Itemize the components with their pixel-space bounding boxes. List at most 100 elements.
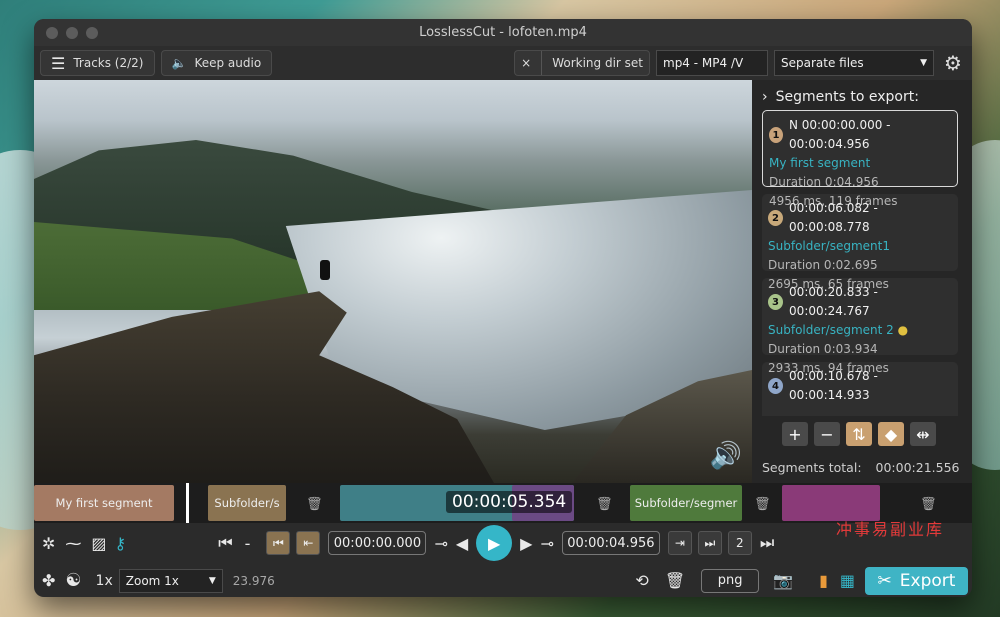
video-person — [320, 260, 330, 280]
settings-bug-icon[interactable]: ✲ — [42, 534, 55, 553]
minus-label: - — [244, 533, 251, 553]
chevron-down-icon: ▼ — [920, 58, 927, 68]
segments-total-value: 00:00:21.556 — [875, 460, 960, 475]
export-label: Export — [899, 570, 956, 591]
zoom-select[interactable]: Zoom 1x ▼ — [118, 568, 223, 593]
jump-segment-end-button[interactable]: ⏭ — [697, 531, 722, 555]
chevron-down-icon: ▼ — [208, 575, 216, 586]
play-icon[interactable]: ▶ — [476, 525, 513, 561]
playback-controls: ✲ ⁓ ▨ ⚷ ⏮ - ⏮ ⇤ 00:00:00.000 ⊸ ◀ ▶ ▶ ⊸ 0… — [34, 525, 972, 561]
image-icon[interactable]: ▨ — [91, 534, 106, 553]
timeline-segment-label: My first segment — [55, 496, 153, 510]
yin-yang-icon[interactable]: ☯ — [65, 570, 81, 591]
close-window-button[interactable] — [46, 26, 58, 39]
segment-item[interactable]: 1 N 00:00:00.000 - 00:00:04.956 My first … — [762, 110, 958, 208]
volume-icon[interactable]: 🔊 — [710, 441, 742, 471]
segments-total: Segments total: 00:00:21.556 — [762, 460, 960, 475]
film-icon[interactable]: ▮ — [819, 571, 828, 590]
trash-icon[interactable]: 🗑 — [665, 571, 685, 590]
bottom-toolbar: ✤ ☯ 1x Zoom 1x ▼ 23.976 ⟲ 🗑 png 📷 ▮ ▦ ✂ … — [34, 564, 972, 597]
trash-icon[interactable]: 🗑 — [754, 497, 771, 512]
timeline-segment[interactable]: My first segment — [34, 485, 174, 521]
segment-number-badge: 1 — [769, 127, 783, 143]
video-player[interactable]: 🔊 — [34, 80, 752, 483]
sort-icon[interactable]: ⇅ — [846, 422, 872, 446]
skip-start-icon[interactable]: ⏮ — [218, 533, 232, 553]
segments-header-label: Segments to export: — [775, 89, 919, 105]
calendar-icon[interactable]: ▦ — [840, 571, 855, 590]
timeline-segment[interactable]: Subfolder/segmer — [630, 485, 742, 521]
current-time-display: 00:00:05.354 — [446, 491, 573, 513]
close-icon[interactable]: × — [521, 56, 531, 70]
set-end-button[interactable]: ⇥ — [667, 531, 692, 555]
rotate-icon[interactable]: ⟲ — [635, 571, 648, 590]
key-icon[interactable]: ⊸ — [540, 534, 553, 553]
jump-segment-start-button[interactable]: ⏮ — [266, 531, 291, 555]
segment-list: 1 N 00:00:00.000 - 00:00:04.956 My first … — [762, 110, 958, 416]
keep-audio-label: Keep audio — [194, 56, 262, 70]
segment-number-button[interactable]: 2 — [727, 531, 752, 555]
working-dir-button[interactable]: × Working dir set — [514, 50, 650, 76]
fps-label: 23.976 — [232, 573, 275, 588]
trash-icon[interactable]: 🗑 — [596, 497, 613, 512]
timeline-segment-label: Subfolder/s — [214, 496, 280, 510]
waveform-icon[interactable]: ⁓ — [65, 534, 81, 553]
trash-icon[interactable]: 🗑 — [306, 497, 323, 512]
step-back-icon[interactable]: ◀ — [456, 534, 468, 553]
capture-format-button[interactable]: png — [701, 568, 760, 593]
tracks-label: Tracks (2/2) — [73, 56, 144, 70]
segment-item[interactable]: 4 00:00:10.678 - 00:00:14.933 — [762, 362, 958, 416]
working-dir-label: Working dir set — [552, 56, 643, 70]
key-icon[interactable]: ⊸ — [434, 534, 447, 553]
top-toolbar: ☰ Tracks (2/2) 🔈 Keep audio × Working di… — [34, 46, 972, 80]
window-title: LosslessCut - lofoten.mp4 — [419, 25, 587, 40]
playback-speed[interactable]: 1x — [96, 573, 113, 589]
plus-icon[interactable]: + — [782, 422, 808, 446]
zoom-value: Zoom 1x — [125, 573, 179, 588]
scissors-icon: ✂ — [877, 570, 892, 591]
segment-range: 00:00:10.678 - 00:00:14.933 — [789, 369, 878, 402]
timeline[interactable]: My first segment Subfolder/s 🗑 00:00:05.… — [34, 483, 972, 523]
minimize-window-button[interactable] — [66, 26, 78, 39]
tag-icon[interactable]: ◆ — [878, 422, 904, 446]
minus-icon[interactable]: − — [814, 422, 840, 446]
window-controls — [46, 26, 98, 39]
divider — [541, 51, 543, 75]
start-time-input[interactable]: 00:00:00.000 — [328, 531, 427, 555]
segments-header: › Segments to export: — [752, 80, 972, 114]
segment-item[interactable]: 3 00:00:20.833 - 00:00:24.767 Subfolder/s… — [762, 278, 958, 375]
timeline-segment[interactable]: Subfolder/s — [208, 485, 286, 521]
segments-panel: › Segments to export: 1 N 00:00:00.000 - … — [752, 80, 972, 483]
hamburger-icon: ☰ — [51, 53, 66, 73]
segment-item[interactable]: 2 00:00:06.082 - 00:00:08.778 Subfolder/s… — [762, 194, 958, 291]
key-icon[interactable]: ⚷ — [115, 534, 127, 553]
skip-end-icon[interactable]: ⏭ — [760, 533, 774, 553]
step-forward-icon[interactable]: ▶ — [520, 534, 532, 553]
segment-name: My first segment — [769, 156, 871, 170]
timeline-segment-label: Subfolder/segmer — [634, 496, 738, 510]
format-value: mp4 - MP4 /V — [663, 56, 744, 70]
end-time-input[interactable]: 00:00:04.956 — [561, 531, 660, 555]
segment-range: 00:00:20.833 - 00:00:24.767 — [789, 285, 878, 318]
playhead-cursor[interactable] — [186, 483, 189, 523]
export-button[interactable]: ✂ Export — [865, 566, 968, 595]
segment-number-badge: 4 — [768, 378, 784, 394]
chevron-right-icon[interactable]: › — [762, 89, 768, 105]
output-mode-select[interactable]: Separate files ▼ — [774, 50, 934, 76]
trash-icon[interactable]: 🗑 — [920, 497, 937, 512]
keep-audio-button[interactable]: 🔈 Keep audio — [160, 50, 273, 76]
tracks-button[interactable]: ☰ Tracks (2/2) — [40, 50, 155, 76]
format-select[interactable]: mp4 - MP4 /V — [656, 50, 768, 76]
split-icon[interactable]: ⇹ — [910, 422, 936, 446]
segment-tools: + − ⇅ ◆ ⇹ — [782, 422, 936, 446]
camera-icon[interactable]: 📷 — [773, 571, 793, 590]
segment-duration: Duration 0:04.956 — [769, 175, 879, 189]
accessibility-icon[interactable]: ✤ — [42, 571, 55, 590]
gear-icon[interactable]: ⚙ — [940, 50, 966, 76]
title-bar: LosslessCut - lofoten.mp4 — [34, 19, 972, 46]
emoji-icon: ● — [897, 323, 909, 337]
set-start-button[interactable]: ⇤ — [296, 531, 321, 555]
maximize-window-button[interactable] — [86, 26, 98, 39]
segment-name: Subfolder/segment 2 ● — [768, 321, 952, 340]
segment-number-badge: 3 — [768, 294, 784, 310]
